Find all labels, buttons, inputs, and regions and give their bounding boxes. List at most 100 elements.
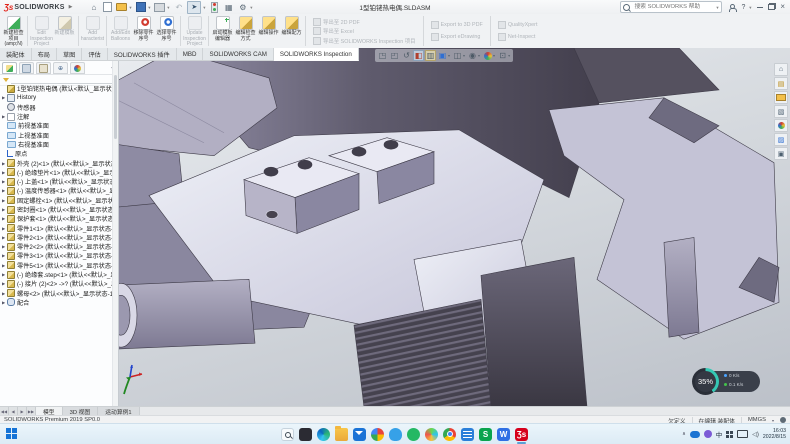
hide-show-caret-icon[interactable]: ▾ bbox=[478, 53, 480, 58]
ribbon-button-new-inspection-project[interactable]: 新建检查项目 (amp;N) bbox=[2, 14, 25, 48]
tree-item[interactable]: ▶(-) 绝缘垫片<1> (默认<<默认>_显示状态-1>) bbox=[0, 168, 113, 177]
start-button-icon[interactable] bbox=[6, 428, 17, 439]
open-caret-icon[interactable]: ▼ bbox=[128, 5, 132, 10]
select-caret-icon[interactable]: ▼ bbox=[202, 5, 206, 10]
solidworks-resources-icon[interactable]: ⌂ bbox=[774, 63, 788, 76]
undo-icon[interactable]: ↶ bbox=[173, 2, 184, 12]
print-caret-icon[interactable]: ▼ bbox=[166, 5, 170, 10]
tree-item[interactable]: ▶零件5<1> (默认<<默认>_显示状态-1>) bbox=[0, 261, 113, 270]
sign-in-icon[interactable] bbox=[729, 4, 736, 11]
export-sw-inspection-project[interactable]: 导出至 SOLIDWORKS Inspection 项目 bbox=[313, 37, 416, 45]
export-excel[interactable]: 导出至 Excel bbox=[313, 27, 416, 35]
ribbon-button-add-characteristic[interactable]: Add Characteristic bbox=[81, 14, 104, 48]
taskbar-photos-icon[interactable] bbox=[371, 428, 384, 441]
tree-scrollbar[interactable] bbox=[112, 61, 118, 407]
tree-item[interactable]: ▶零件3<1> (默认<<默认>_显示状态-1>) bbox=[0, 251, 113, 260]
taskbar-solidworks-icon[interactable]: Ʒs bbox=[515, 428, 528, 441]
display-style-caret-icon[interactable]: ▾ bbox=[463, 53, 465, 58]
tab-layout[interactable]: 布局 bbox=[32, 48, 57, 61]
tree-item[interactable]: 右视基准面 bbox=[0, 140, 113, 149]
tree-item[interactable]: ▶保护套<1> (默认<<默认>_显示状态-1>) bbox=[0, 214, 113, 223]
ime-grid-icon[interactable] bbox=[726, 431, 733, 438]
zoom-to-area-icon[interactable]: ◰ bbox=[389, 50, 400, 61]
display-manager-tab[interactable] bbox=[70, 62, 85, 74]
appearances-scenes-icon[interactable] bbox=[774, 119, 788, 132]
tree-item[interactable]: ▶(-) 绝缘套.step<1> (默认<<默认>_显示状态-1>) bbox=[0, 270, 113, 279]
tab-sketch[interactable]: 草图 bbox=[57, 48, 82, 61]
tab-assembly[interactable]: 装配体 bbox=[0, 48, 32, 61]
select-icon[interactable]: ➤ bbox=[187, 1, 201, 14]
configuration-manager-tab[interactable] bbox=[36, 62, 51, 74]
ribbon-button-select-balloons[interactable]: 选择零件序号 bbox=[155, 14, 178, 48]
taskbar-clock[interactable]: 16:03 2022/8/15 bbox=[763, 428, 786, 441]
ribbon-button-edit-recipes[interactable]: 编辑配方 bbox=[280, 14, 303, 48]
file-properties-icon[interactable]: ▦ bbox=[223, 2, 234, 12]
tree-item[interactable]: ▶螺母<2> (默认<<默认>_显示状态-1>) bbox=[0, 289, 113, 298]
tree-item[interactable]: 传感器 bbox=[0, 103, 113, 112]
hidden-icons-chevron-icon[interactable]: ∧ bbox=[682, 431, 686, 437]
dimxpert-manager-tab[interactable]: ⊕ bbox=[53, 62, 68, 74]
view-orientation-caret-icon[interactable]: ▾ bbox=[448, 53, 450, 58]
scrollbar-thumb[interactable] bbox=[114, 75, 117, 139]
open-icon[interactable] bbox=[116, 2, 127, 12]
tree-item[interactable]: ▶密封圈<1> (默认<<默认>_显示状态-1>) bbox=[0, 205, 113, 214]
ribbon-button-add-edit-balloons[interactable]: Add/Edit Balloons bbox=[109, 14, 132, 48]
network-monitor-icon[interactable] bbox=[737, 430, 748, 438]
design-tree-tab[interactable] bbox=[2, 62, 17, 74]
tree-item[interactable]: 上视基准面 bbox=[0, 130, 113, 139]
purple-tray-icon[interactable] bbox=[704, 430, 712, 438]
taskbar-browser-360-icon[interactable] bbox=[425, 428, 438, 441]
tree-item[interactable]: ▶(-) 接片 (2)<2> ->? (默认<<默认>_显示状态-1>) bbox=[0, 279, 113, 288]
tree-item[interactable]: ▶(-) 温度传感器<1> (默认<<默认>_显示状态-1>) bbox=[0, 186, 113, 195]
ribbon-button-remove-balloons[interactable]: 移除零件序号 bbox=[132, 14, 155, 48]
ribbon-button-edit-operations[interactable]: 编辑操作 bbox=[257, 14, 280, 48]
section-view-icon[interactable]: ◧ bbox=[413, 50, 424, 61]
tab-sw-addins[interactable]: SOLIDWORKS 插件 bbox=[108, 48, 177, 61]
performance-widget[interactable]: 35% 0 K/s 0.1 K/s bbox=[692, 368, 760, 395]
tree-item[interactable]: ▶(-) 上盖<1> (默认<<默认>_显示状态-1>) bbox=[0, 177, 113, 186]
tree-item[interactable]: 前视基准面 bbox=[0, 121, 113, 130]
tree-item[interactable]: ▶零件1<1> (默认<<默认>_显示状态-1>) bbox=[0, 223, 113, 232]
model-3d[interactable] bbox=[119, 48, 790, 407]
help-icon[interactable]: ? bbox=[741, 4, 745, 11]
options-icon[interactable]: ⚙ bbox=[237, 2, 248, 12]
tree-item[interactable]: ▶固定螺栓<1> (默认<<默认>_显示状态-1>) bbox=[0, 196, 113, 205]
ribbon-button-launch-template-editor[interactable]: 启动模板编辑器 bbox=[211, 14, 234, 48]
taskbar-file-explorer-icon[interactable] bbox=[335, 428, 348, 441]
taskbar-chrome-icon[interactable] bbox=[443, 428, 456, 441]
previous-view-icon[interactable]: ↺ bbox=[401, 50, 412, 61]
tree-item[interactable]: ▶外壳 (2)<1> (默认<<默认>_显示状态-1>) bbox=[0, 158, 113, 167]
clipping-icon[interactable]: ▥ bbox=[425, 50, 436, 61]
search-input[interactable] bbox=[632, 3, 715, 11]
options-caret-icon[interactable]: ▼ bbox=[249, 5, 253, 10]
edit-appearance-icon[interactable] bbox=[482, 50, 493, 61]
tree-item[interactable]: ▶History bbox=[0, 93, 113, 102]
taskbar-s-app-icon[interactable]: S bbox=[479, 428, 492, 441]
tab-evaluate[interactable]: 评估 bbox=[82, 48, 107, 61]
graphics-viewport[interactable]: ◳ ◰ ↺ ◧ ▥ ▣▾ ◫▾ ◉▾ ▾ ⊡▾ ⌂ ▤ ▧ ▨ ▣ 35% 0 … bbox=[119, 48, 790, 407]
units-caret-icon[interactable]: ▾ bbox=[772, 418, 774, 423]
tab-mbd[interactable]: MBD bbox=[177, 48, 204, 61]
taskbar-search-icon[interactable] bbox=[281, 428, 294, 441]
taskbar-wps-icon[interactable]: W bbox=[497, 428, 510, 441]
ribbon-button-update-inspection-project[interactable]: Update Inspection Project bbox=[183, 14, 206, 48]
design-library-icon[interactable]: ▤ bbox=[774, 77, 788, 90]
print-icon[interactable] bbox=[154, 2, 165, 12]
ribbon-button-edit-inspection-methods[interactable]: 编辑检查方式 bbox=[234, 14, 257, 48]
volume-icon[interactable]: ◁) bbox=[752, 431, 759, 438]
onedrive-icon[interactable] bbox=[690, 431, 700, 438]
tree-item-mates[interactable]: ▶配合 bbox=[0, 298, 113, 307]
tab-sw-inspection[interactable]: SOLIDWORKS Inspection bbox=[274, 48, 359, 61]
search-box[interactable]: ▼ bbox=[620, 1, 722, 13]
rebuild-icon[interactable] bbox=[209, 2, 220, 12]
search-caret-icon[interactable]: ▼ bbox=[715, 5, 719, 10]
appearance-caret-icon[interactable]: ▾ bbox=[493, 53, 495, 58]
save-icon[interactable] bbox=[135, 2, 146, 12]
view-settings-icon[interactable]: ⊡ bbox=[497, 50, 508, 61]
export-3d-pdf[interactable]: Export to 3D PDF bbox=[431, 21, 483, 29]
tree-item[interactable]: 原点 bbox=[0, 149, 113, 158]
taskbar-green-app-icon[interactable] bbox=[407, 428, 420, 441]
taskbar-edge-icon[interactable] bbox=[317, 428, 330, 441]
view-settings-caret-icon[interactable]: ▾ bbox=[508, 53, 510, 58]
close-button[interactable]: × bbox=[780, 4, 785, 10]
